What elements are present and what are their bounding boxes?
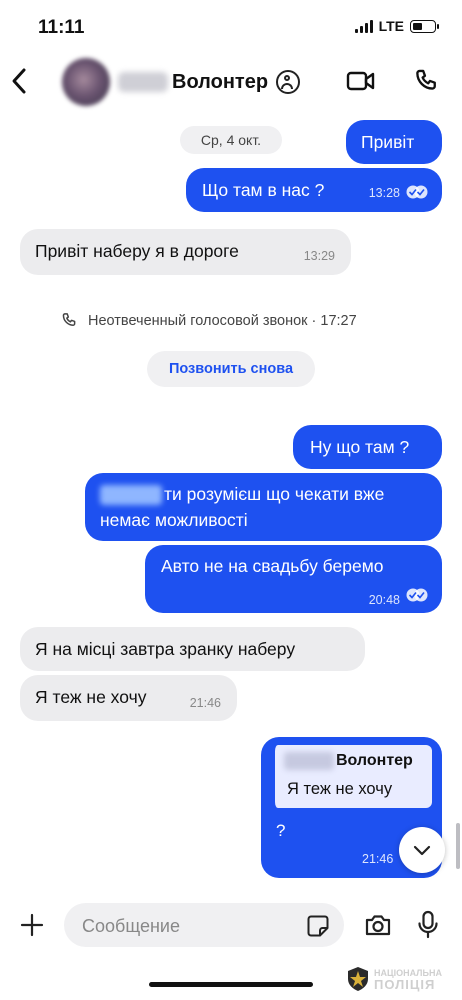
quote-name: Волонтер — [336, 752, 413, 769]
message-text: Привіт — [361, 132, 415, 152]
message-field[interactable] — [64, 903, 344, 949]
scrollbar[interactable] — [456, 823, 460, 869]
avatar[interactable] — [62, 58, 110, 106]
message-out-5[interactable]: Авто не на свадьбу беремо 20:48 — [145, 545, 442, 613]
read-ticks-icon — [406, 185, 428, 199]
battery-icon — [410, 19, 439, 33]
message-in-3[interactable]: Я теж не хочу 21:46 — [20, 675, 237, 721]
message-in-2[interactable]: Я на місці завтра зранку наберу — [20, 627, 365, 671]
quote-header: Волонтер — [284, 752, 413, 770]
phone-icon — [62, 313, 76, 326]
network-label: LTE — [378, 18, 404, 34]
home-indicator — [149, 982, 313, 987]
message-in-1[interactable]: Привіт наберу я в дороге 13:29 — [20, 229, 351, 275]
read-ticks-icon — [406, 588, 428, 602]
sticker-icon[interactable] — [306, 914, 330, 938]
message-time: 13:28 — [368, 186, 400, 200]
message-time: 21:46 — [189, 696, 221, 710]
plus-icon[interactable] — [20, 913, 44, 937]
signal-icon — [354, 19, 373, 33]
back-button[interactable] — [8, 66, 38, 98]
police-watermark: НАЦІОНАЛЬНА ПОЛІЦІЯ — [346, 966, 442, 992]
watermark-line-2: ПОЛІЦІЯ — [374, 976, 436, 992]
message-time: 20:48 — [368, 593, 400, 607]
contact-name-row[interactable]: Волонтер — [118, 70, 301, 94]
composer — [0, 894, 462, 960]
chevron-down-icon — [413, 845, 431, 856]
message-time: 13:29 — [303, 249, 335, 263]
video-call-icon[interactable] — [346, 68, 376, 94]
message-out-1[interactable]: Привіт — [346, 120, 442, 164]
profile-icon[interactable] — [276, 70, 301, 94]
police-emblem-icon — [348, 967, 368, 991]
contact-name: Волонтер — [172, 70, 269, 93]
message-text: ? — [276, 821, 286, 840]
message-out-3[interactable]: Ну що там ? — [293, 425, 442, 469]
quote-text: Я теж не хочу — [287, 780, 393, 798]
call-again-button[interactable]: Позвонить снова — [147, 351, 315, 387]
watermark-line-1: НАЦІОНАЛЬНА — [374, 967, 442, 978]
chevron-left-icon — [12, 68, 26, 94]
scroll-down-button[interactable] — [399, 827, 445, 873]
missed-call-text: Неотвеченный голосовой звонок · 17:27 — [88, 313, 357, 329]
message-line: ти розумієш що чекати вже — [100, 481, 442, 507]
blurred-name — [118, 72, 168, 92]
message-text: Я на місці завтра зранку наберу — [35, 639, 296, 659]
message-input[interactable] — [80, 903, 294, 949]
reply-quote[interactable]: Волонтер Я теж не хочу — [272, 745, 432, 808]
message-text: розумієш що чекати вже — [186, 484, 385, 504]
message-out-4[interactable]: ти розумієш що чекати вже немає можливос… — [85, 473, 442, 541]
message-text: Привіт наберу я в дороге — [35, 241, 239, 261]
police-watermark-text: НАЦІОНАЛЬНА ПОЛІЦІЯ — [374, 968, 442, 991]
chat-header: Волонтер — [0, 52, 462, 114]
message-text: Що там в нас ? — [202, 180, 325, 200]
message-prefix: ти — [164, 484, 182, 504]
message-out-2[interactable]: Що там в нас ? 13:28 — [186, 168, 442, 212]
missed-call-row: Неотвеченный голосовой звонок · 17:27 — [60, 312, 357, 330]
message-text: Ну що там ? — [310, 437, 410, 457]
blurred-name — [284, 752, 334, 770]
status-time: 11:11 — [38, 17, 85, 38]
message-text: Я теж не хочу — [35, 687, 147, 707]
blurred-text — [100, 485, 162, 506]
message-time: 21:46 — [362, 852, 394, 866]
phone-icon[interactable] — [412, 68, 440, 96]
status-bar: 11:11 LTE — [0, 0, 462, 52]
status-right: LTE — [354, 18, 439, 34]
message-text: Авто не на свадьбу беремо — [161, 556, 384, 576]
camera-icon[interactable] — [364, 912, 392, 938]
date-chip: Ср, 4 окт. — [180, 126, 282, 154]
microphone-icon[interactable] — [417, 910, 439, 940]
message-text-2: немає можливості — [100, 510, 248, 530]
